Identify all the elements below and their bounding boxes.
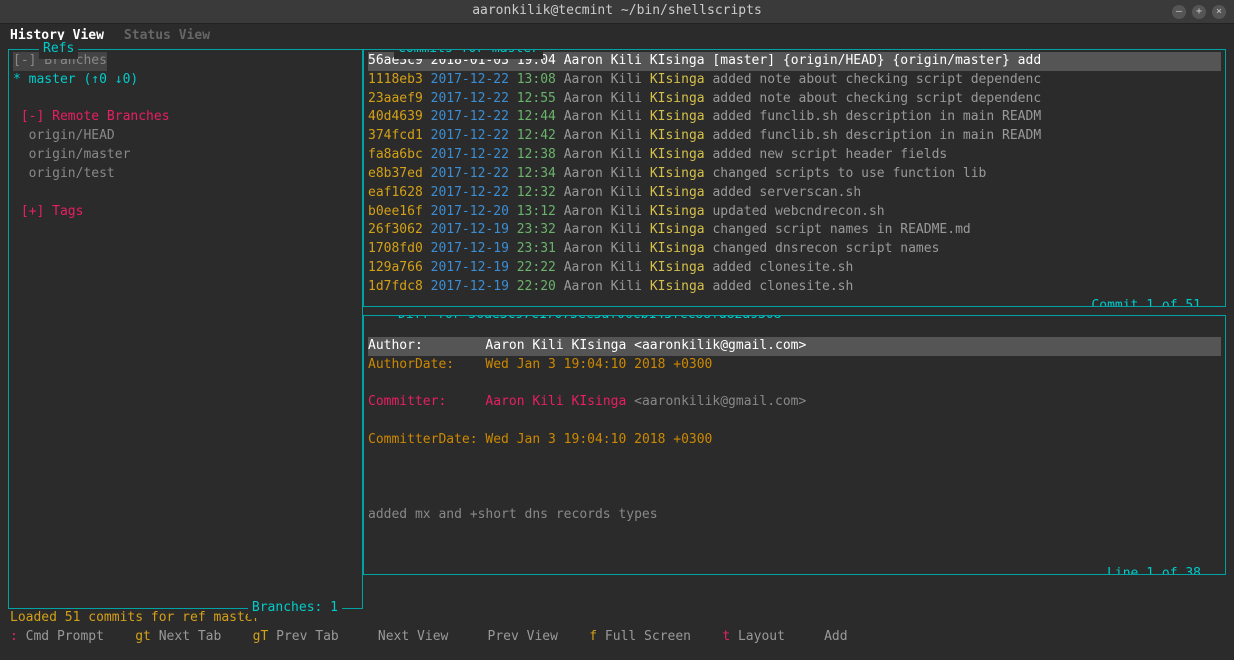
tab-bar: History View Status View — [0, 24, 1234, 49]
window-titlebar: aaronkilik@tecmint ~/bin/shellscripts – … — [0, 0, 1234, 24]
commit-row[interactable]: b0ee16f 2017-12-20 13:12 Aaron Kili KIsi… — [368, 203, 1221, 222]
commit-row[interactable]: 26f3062 2017-12-19 23:32 Aaron Kili KIsi… — [368, 221, 1221, 240]
terminal-area: History View Status View Refs [-] Branch… — [0, 24, 1234, 647]
footer-keybindings: : Cmd Prompt gt Next Tab gT Prev Tab Nex… — [0, 628, 1234, 647]
commit-row[interactable]: 129a766 2017-12-19 22:22 Aaron Kili KIsi… — [368, 259, 1221, 278]
commit-row[interactable]: 1118eb3 2017-12-22 13:08 Aaron Kili KIsi… — [368, 71, 1221, 90]
refs-panel-title: Refs — [39, 40, 78, 59]
tab-status-view[interactable]: Status View — [124, 27, 210, 46]
commit-row[interactable]: eaf1628 2017-12-22 12:32 Aaron Kili KIsi… — [368, 184, 1221, 203]
commit-row[interactable]: e8b37ed 2017-12-22 12:34 Aaron Kili KIsi… — [368, 165, 1221, 184]
close-icon[interactable]: × — [1212, 5, 1226, 19]
remote-origin-head[interactable]: origin/HEAD — [29, 128, 115, 143]
refs-panel-footer: Branches: 1 — [248, 599, 342, 618]
commit-row[interactable]: 1708fd0 2017-12-19 23:31 Aaron Kili KIsi… — [368, 240, 1221, 259]
diff-panel-footer: Line 1 of 38 — [1103, 565, 1205, 575]
commit-row[interactable]: 1d7fdc8 2017-12-19 22:20 Aaron Kili KIsi… — [368, 278, 1221, 297]
maximize-icon[interactable]: + — [1192, 5, 1206, 19]
status-line: Loaded 51 commits for ref master — [0, 609, 1234, 628]
commit-row[interactable]: fa8a6bc 2017-12-22 12:38 Aaron Kili KIsi… — [368, 146, 1221, 165]
branch-master[interactable]: * master (↑0 ↓0) — [13, 71, 358, 90]
commit-row[interactable]: 40d4639 2017-12-22 12:44 Aaron Kili KIsi… — [368, 108, 1221, 127]
diff-authordate-line: AuthorDate: Wed Jan 3 19:04:10 2018 +030… — [368, 356, 1221, 375]
diff-author-line: Author: Aaron Kili KIsinga <aaronkilik@g… — [368, 337, 1221, 356]
minimize-icon[interactable]: – — [1172, 5, 1186, 19]
diff-panel[interactable]: Diff for 56ae3c97c17075ec3af06cb143fcc88… — [363, 315, 1226, 575]
diff-committer-line: Committer: Aaron Kili KIsinga <aaronkili… — [368, 393, 1221, 412]
commits-panel[interactable]: Commits for master 56ae3c9 2018-01-03 19… — [363, 49, 1226, 307]
remote-branches-toggle[interactable]: [-] Remote Branches — [21, 109, 170, 124]
diff-committerdate-line: CommitterDate: Wed Jan 3 19:04:10 2018 +… — [368, 431, 1221, 450]
commit-row[interactable]: 23aaef9 2017-12-22 12:55 Aaron Kili KIsi… — [368, 90, 1221, 109]
tags-toggle[interactable]: [+] Tags — [21, 204, 84, 219]
commits-panel-footer: Commit 1 of 51 — [1087, 297, 1205, 307]
commit-row[interactable]: 374fcd1 2017-12-22 12:42 Aaron Kili KIsi… — [368, 127, 1221, 146]
commits-panel-title: Commits for master — [394, 49, 543, 59]
refs-panel[interactable]: Refs [-] Branches * master (↑0 ↓0) [-] R… — [8, 49, 363, 609]
window-title: aaronkilik@tecmint ~/bin/shellscripts — [472, 2, 762, 21]
diff-panel-title: Diff for 56ae3c97c17075ec3af06cb143fcc88… — [394, 315, 786, 325]
diff-commit-message: added mx and +short dns records types — [368, 506, 1221, 525]
remote-origin-test[interactable]: origin/test — [29, 166, 115, 181]
remote-origin-master[interactable]: origin/master — [29, 147, 131, 162]
